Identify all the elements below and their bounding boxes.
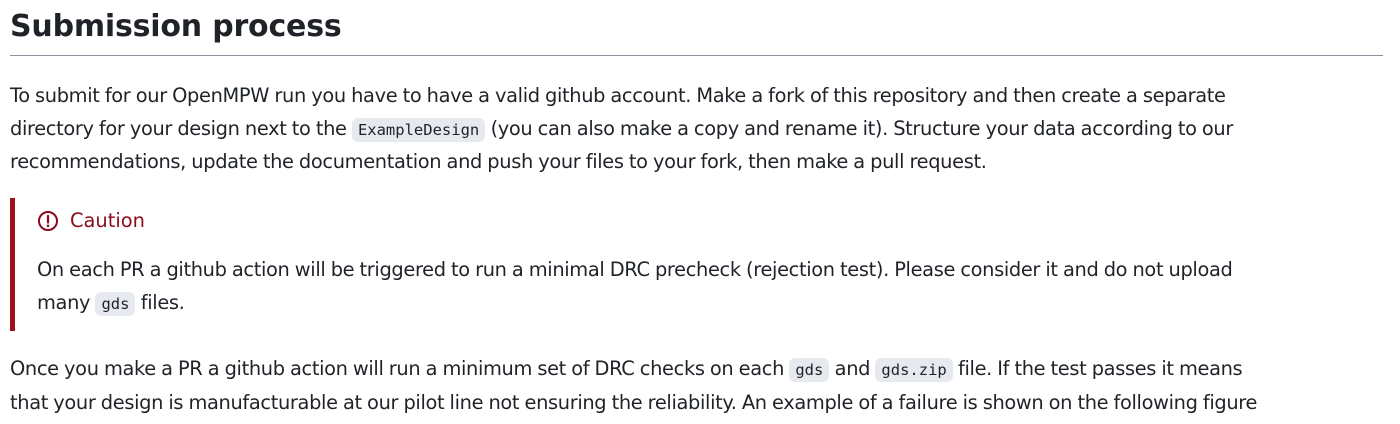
text: directory for your design next to the xyxy=(10,116,352,140)
caution-title-text: Caution xyxy=(70,209,145,232)
caution-alert: Caution On each PR a github action will … xyxy=(10,198,1375,331)
text: that your design is manufacturable at ou… xyxy=(10,390,1258,414)
document-page: Submission process To submit for our Ope… xyxy=(0,0,1400,424)
after-line-1: Once you make a PR a github action will … xyxy=(10,353,1257,387)
text: (you can also make a copy and rename it)… xyxy=(485,116,1234,140)
text: On each PR a github action will be trigg… xyxy=(37,258,1233,281)
intro-line-3: recommendations, update the documentatio… xyxy=(10,146,1233,179)
caution-line-1: On each PR a github action will be trigg… xyxy=(37,254,1233,287)
text: recommendations, update the documentatio… xyxy=(10,150,987,173)
text: many xyxy=(37,290,96,314)
inline-code-gds: gds xyxy=(789,358,830,382)
section-heading: Submission process xyxy=(10,4,1383,56)
caution-body: On each PR a github action will be trigg… xyxy=(37,254,1233,321)
text: files. xyxy=(135,290,185,314)
text: file. If the test passes it means xyxy=(952,357,1243,380)
text: Once you make a PR a github action will … xyxy=(10,357,790,380)
intro-line-2: directory for your design next to the Ex… xyxy=(10,113,1233,147)
caution-line-2: many gds files. xyxy=(37,287,1232,321)
inline-code-gds-zip: gds.zip xyxy=(875,358,953,382)
alert-circle-icon xyxy=(38,211,58,231)
text: and xyxy=(829,357,876,380)
text: To submit for our OpenMPW run you have t… xyxy=(10,84,1226,107)
intro-paragraph: To submit for our OpenMPW run you have t… xyxy=(10,80,1233,179)
after-line-2: that your design is manufacturable at ou… xyxy=(10,387,1257,420)
after-paragraph: Once you make a PR a github action will … xyxy=(10,353,1257,419)
inline-code-exampledesign: ExampleDesign xyxy=(351,117,486,142)
intro-line-1: To submit for our OpenMPW run you have t… xyxy=(10,80,1233,113)
inline-code-gds: gds xyxy=(95,291,136,316)
caution-title: Caution xyxy=(37,205,145,237)
